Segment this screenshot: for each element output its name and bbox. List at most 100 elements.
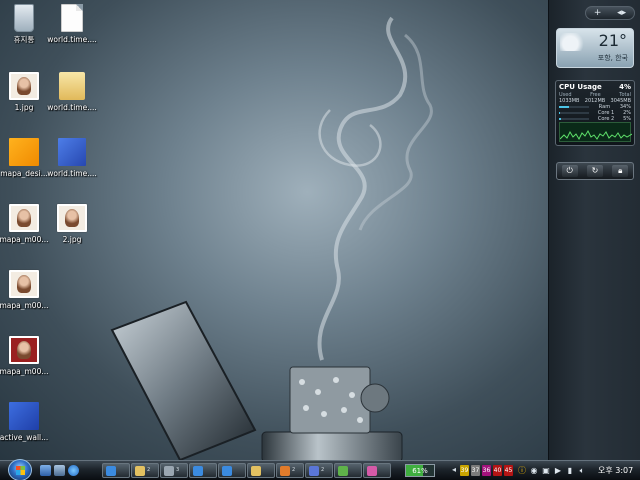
taskbar: 2 3 2 2 61% ◂ 39 37 36 40 45 ⓘ ◉ ▣ ▶ ▮ 🔈︎ 오후 3:07: [0, 459, 640, 480]
ie-icon[interactable]: [68, 465, 79, 476]
desktop-icon-label: mapa_m00...: [0, 367, 49, 376]
taskbar-button[interactable]: [189, 463, 217, 478]
desktop-icon-world-time-folder[interactable]: world.time....: [46, 72, 98, 112]
ie-icon: [106, 466, 116, 476]
cpu-gadget-title: CPU Usage: [559, 83, 602, 91]
battery-label: 61%: [412, 467, 428, 475]
desktop-icon-label: mapa_m00...: [0, 301, 49, 310]
taskbar-button[interactable]: 3: [160, 463, 188, 478]
desktop-icon-world-time-image[interactable]: world.time....: [46, 138, 98, 178]
calc-icon: [164, 466, 174, 476]
desktop-icon-label: 1.jpg: [14, 103, 34, 112]
taskbar-button[interactable]: [102, 463, 130, 478]
desktop-icon-mapa-m00-1[interactable]: mapa_m00...: [0, 204, 50, 244]
photo-icon: [57, 204, 87, 232]
desktop-icon-label: world.time....: [47, 169, 97, 178]
network-icon[interactable]: ▣: [541, 465, 551, 476]
antivirus-icon[interactable]: ◉: [529, 465, 539, 476]
desktop-icon-mapa-desi[interactable]: mapa_desi...: [0, 138, 50, 178]
tray-expand-icon[interactable]: ◂: [452, 465, 456, 474]
folder-icon: [251, 466, 261, 476]
tray-counter[interactable]: 40: [493, 465, 502, 476]
desktop-icon-recycle-bin[interactable]: 휴지통: [0, 4, 50, 44]
taskbar-button[interactable]: [363, 463, 391, 478]
weather-temperature: 21°: [598, 31, 627, 50]
blue-image-icon: [58, 138, 86, 166]
core1-bar: [559, 112, 589, 114]
image-icon: [367, 466, 377, 476]
taskbar-button-count: 2: [147, 467, 151, 473]
ie-icon: [193, 466, 203, 476]
core2-bar: [559, 118, 589, 120]
mem-value-used: 1033MB: [559, 98, 580, 104]
taskbar-button[interactable]: 2: [276, 463, 304, 478]
weather-location: 포항, 한국: [597, 54, 628, 62]
desktop-icon-1-jpg[interactable]: 1.jpg: [0, 72, 50, 112]
photo-icon: [9, 336, 39, 364]
recycle-bin-icon: [14, 4, 34, 32]
desktop-icon-mapa-m00-3[interactable]: mapa_m00...: [0, 336, 50, 376]
app-icon: [309, 466, 319, 476]
taskbar-button[interactable]: 2: [305, 463, 333, 478]
folder-icon: [135, 466, 145, 476]
lock-icon[interactable]: 🔒︎: [612, 165, 629, 177]
cpu-usage-gadget[interactable]: CPU Usage 4% Used Free Total 1033MB 2012…: [555, 80, 635, 146]
desktop-icon-label: 휴지통: [13, 35, 35, 44]
restart-icon[interactable]: ↻: [586, 165, 603, 177]
battery-meter[interactable]: 61%: [405, 464, 435, 477]
start-button[interactable]: [8, 459, 32, 480]
desktop-icon-label: 2.jpg: [62, 235, 82, 244]
photo-icon: [9, 270, 39, 298]
desktop-icon-label: mapa_desi...: [0, 169, 48, 178]
music-icon: [338, 466, 348, 476]
ram-bar-fill: [559, 106, 570, 108]
ie-icon: [222, 466, 232, 476]
show-desktop-icon[interactable]: [40, 465, 51, 476]
taskbar-button[interactable]: [247, 463, 275, 478]
sidebar-nav-button[interactable]: ◂▸: [617, 8, 626, 18]
taskbar-button[interactable]: 2: [131, 463, 159, 478]
core1-bar-fill: [559, 112, 560, 114]
taskbar-button[interactable]: [334, 463, 362, 478]
core2-bar-fill: [559, 118, 561, 120]
taskbar-clock[interactable]: 오후 3:07: [598, 465, 633, 476]
folder-icon: [59, 72, 85, 100]
desktop-icon-label: mapa_m00...: [0, 235, 49, 244]
taskbar-button-count: 2: [292, 467, 296, 473]
windows-sidebar: + ◂▸ 21° 포항, 한국 CPU Usage 4% Used Free T…: [548, 0, 640, 460]
cpu-percent: 4%: [619, 83, 631, 91]
power-icon[interactable]: ⏻: [561, 165, 578, 177]
taskbar-button[interactable]: [218, 463, 246, 478]
tray-counter[interactable]: 39: [460, 465, 469, 476]
desktop-icon-active-wall[interactable]: active_wall...: [0, 402, 50, 442]
pencil-icon: [280, 466, 290, 476]
taskbar-button-count: 2: [321, 467, 325, 473]
info-icon[interactable]: ⓘ: [517, 465, 527, 476]
photo-icon: [9, 204, 39, 232]
blue-image-icon: [9, 402, 39, 430]
cloud-icon: [560, 33, 586, 51]
play-icon[interactable]: ▶: [553, 465, 563, 476]
shutdown-gadget: ⏻ ↻ 🔒︎: [556, 162, 634, 180]
photo-icon: [9, 72, 39, 100]
desktop-icon-label: world.time....: [47, 103, 97, 112]
cpu-history-line: [559, 129, 633, 141]
tray-counter[interactable]: 37: [471, 465, 480, 476]
tray-counter[interactable]: 36: [482, 465, 491, 476]
desktop-icon-label: world.time....: [47, 35, 97, 44]
orange-image-icon: [9, 138, 39, 166]
add-gadget-button[interactable]: +: [594, 8, 602, 18]
desktop-icon-2-jpg[interactable]: 2.jpg: [46, 204, 98, 244]
sidebar-controls: + ◂▸: [585, 6, 635, 20]
tray-counter[interactable]: 45: [504, 465, 513, 476]
signal-icon[interactable]: ▮: [565, 465, 575, 476]
desktop-icon-label: active_wall...: [0, 433, 49, 442]
cpu-history-graph: [559, 122, 633, 142]
switch-windows-icon[interactable]: [54, 465, 65, 476]
desktop-icon-world-time-1[interactable]: world.time....: [46, 4, 98, 44]
ram-bar: [559, 106, 589, 108]
volume-icon[interactable]: 🔈︎: [577, 465, 587, 476]
weather-gadget[interactable]: 21° 포항, 한국: [556, 28, 634, 68]
document-icon: [61, 4, 83, 32]
desktop-icon-mapa-m00-2[interactable]: mapa_m00...: [0, 270, 50, 310]
